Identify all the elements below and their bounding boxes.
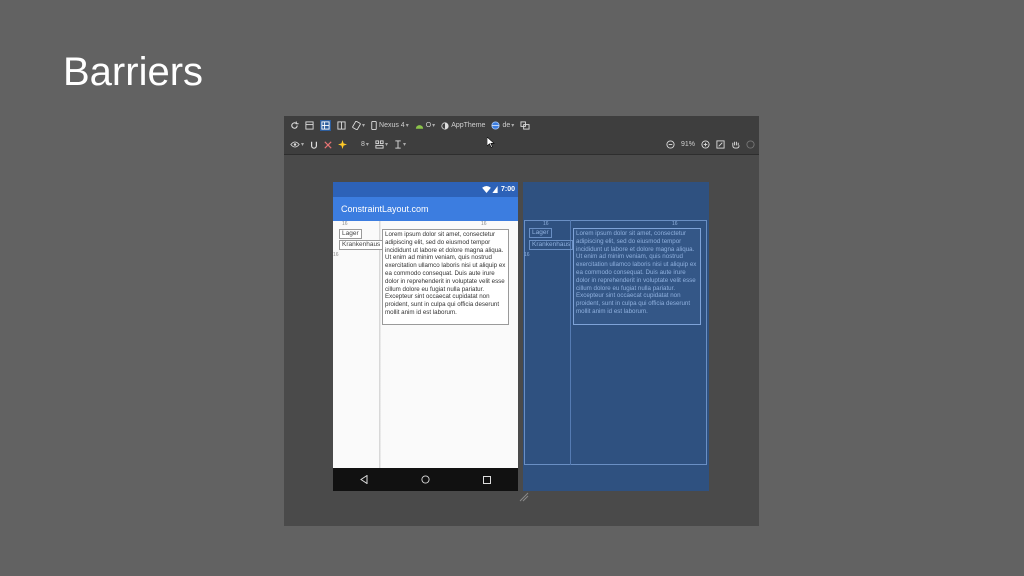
label-krankenhaus[interactable]: Krankenhaus xyxy=(339,240,384,250)
home-icon[interactable] xyxy=(421,475,430,484)
design-view-icon[interactable] xyxy=(305,121,314,130)
blueprint-label-krankenhaus[interactable]: Krankenhaus xyxy=(529,240,574,250)
margin-indicator: 16 xyxy=(524,252,530,258)
zoom-in-icon[interactable] xyxy=(701,140,710,149)
eye-icon[interactable]: ▾ xyxy=(290,141,304,148)
infer-constraints-icon[interactable] xyxy=(338,140,348,149)
locale-label: de xyxy=(502,122,511,129)
resize-handle-icon[interactable] xyxy=(519,492,529,502)
margin-label: 8 xyxy=(361,141,365,148)
zoom-to-fit-icon[interactable] xyxy=(716,140,725,149)
api-label: O xyxy=(425,122,432,129)
design-surface[interactable]: 7:00 ConstraintLayout.com 16 16 16 Lager… xyxy=(333,182,518,491)
device-label: Nexus 4 xyxy=(379,122,405,129)
layout-variants-icon[interactable] xyxy=(520,121,530,130)
margin-indicator: 16 xyxy=(543,221,549,227)
pan-hand-icon[interactable] xyxy=(731,140,740,149)
app-title: ConstraintLayout.com xyxy=(341,204,429,214)
blueprint-view-icon[interactable] xyxy=(320,120,331,131)
label-lager[interactable]: Lager xyxy=(339,229,362,239)
editor-toolbar-bottom: ▾ 8 ▾ ▾ ▾ 91% xyxy=(284,135,759,155)
device-selector[interactable]: Nexus 4 ▾ xyxy=(371,121,409,130)
orientation-icon[interactable]: ▾ xyxy=(352,121,365,130)
back-icon[interactable] xyxy=(359,475,368,484)
blueprint-surface[interactable]: 16 16 16 Lager Krankenhaus Lorem ipsum d… xyxy=(523,182,709,491)
barrier-guide[interactable] xyxy=(570,220,571,465)
refresh-icon[interactable] xyxy=(290,121,299,130)
margin-indicator: 16 xyxy=(481,221,487,227)
status-time: 7:00 xyxy=(500,186,515,193)
margin-indicator: 16 xyxy=(672,221,678,227)
android-icon xyxy=(415,124,423,129)
barrier-line[interactable] xyxy=(379,221,381,468)
editor-toolbar-top: ▾ Nexus 4 ▾ O ▾ AppTheme de ▾ xyxy=(284,116,759,135)
locale-selector[interactable]: de ▾ xyxy=(491,121,514,130)
warnings-icon[interactable] xyxy=(746,140,755,149)
globe-icon xyxy=(491,121,500,130)
content-area: 16 16 16 Lager Krankenhaus Lorem ipsum d… xyxy=(333,221,518,468)
zoom-out-icon[interactable] xyxy=(666,140,675,149)
margin-indicator: 16 xyxy=(342,221,348,227)
layout-editor: ▾ Nexus 4 ▾ O ▾ AppTheme de ▾ ▾ 8 ▾ ▾ ▾ … xyxy=(284,116,759,526)
wifi-icon xyxy=(482,186,491,193)
lorem-textview[interactable]: Lorem ipsum dolor sit amet, consectetur … xyxy=(382,229,509,325)
magnet-icon[interactable] xyxy=(310,141,318,149)
pack-icon[interactable]: ▾ xyxy=(375,140,388,149)
app-bar: ConstraintLayout.com xyxy=(333,197,518,221)
margin-indicator: 16 xyxy=(333,252,339,258)
api-level-selector[interactable]: O ▾ xyxy=(415,122,435,130)
zoom-level: 91% xyxy=(680,141,695,148)
theme-label: AppTheme xyxy=(451,122,486,129)
theme-selector[interactable]: AppTheme xyxy=(441,121,486,130)
theme-icon xyxy=(441,121,449,130)
status-bar: 7:00 xyxy=(333,182,518,197)
mouse-cursor-icon xyxy=(487,137,495,148)
both-views-icon[interactable] xyxy=(337,121,346,130)
margin-icon[interactable]: 8 ▾ xyxy=(359,141,369,148)
signal-icon xyxy=(492,186,498,193)
blueprint-lorem-textview[interactable]: Lorem ipsum dolor sit amet, consectetur … xyxy=(573,228,701,325)
align-icon[interactable]: ▾ xyxy=(394,140,406,149)
recents-icon[interactable] xyxy=(483,475,492,484)
nav-bar xyxy=(333,468,518,491)
slide-title: Barriers xyxy=(63,50,204,94)
blueprint-label-lager[interactable]: Lager xyxy=(529,228,552,238)
clear-constraints-icon[interactable] xyxy=(324,140,332,149)
